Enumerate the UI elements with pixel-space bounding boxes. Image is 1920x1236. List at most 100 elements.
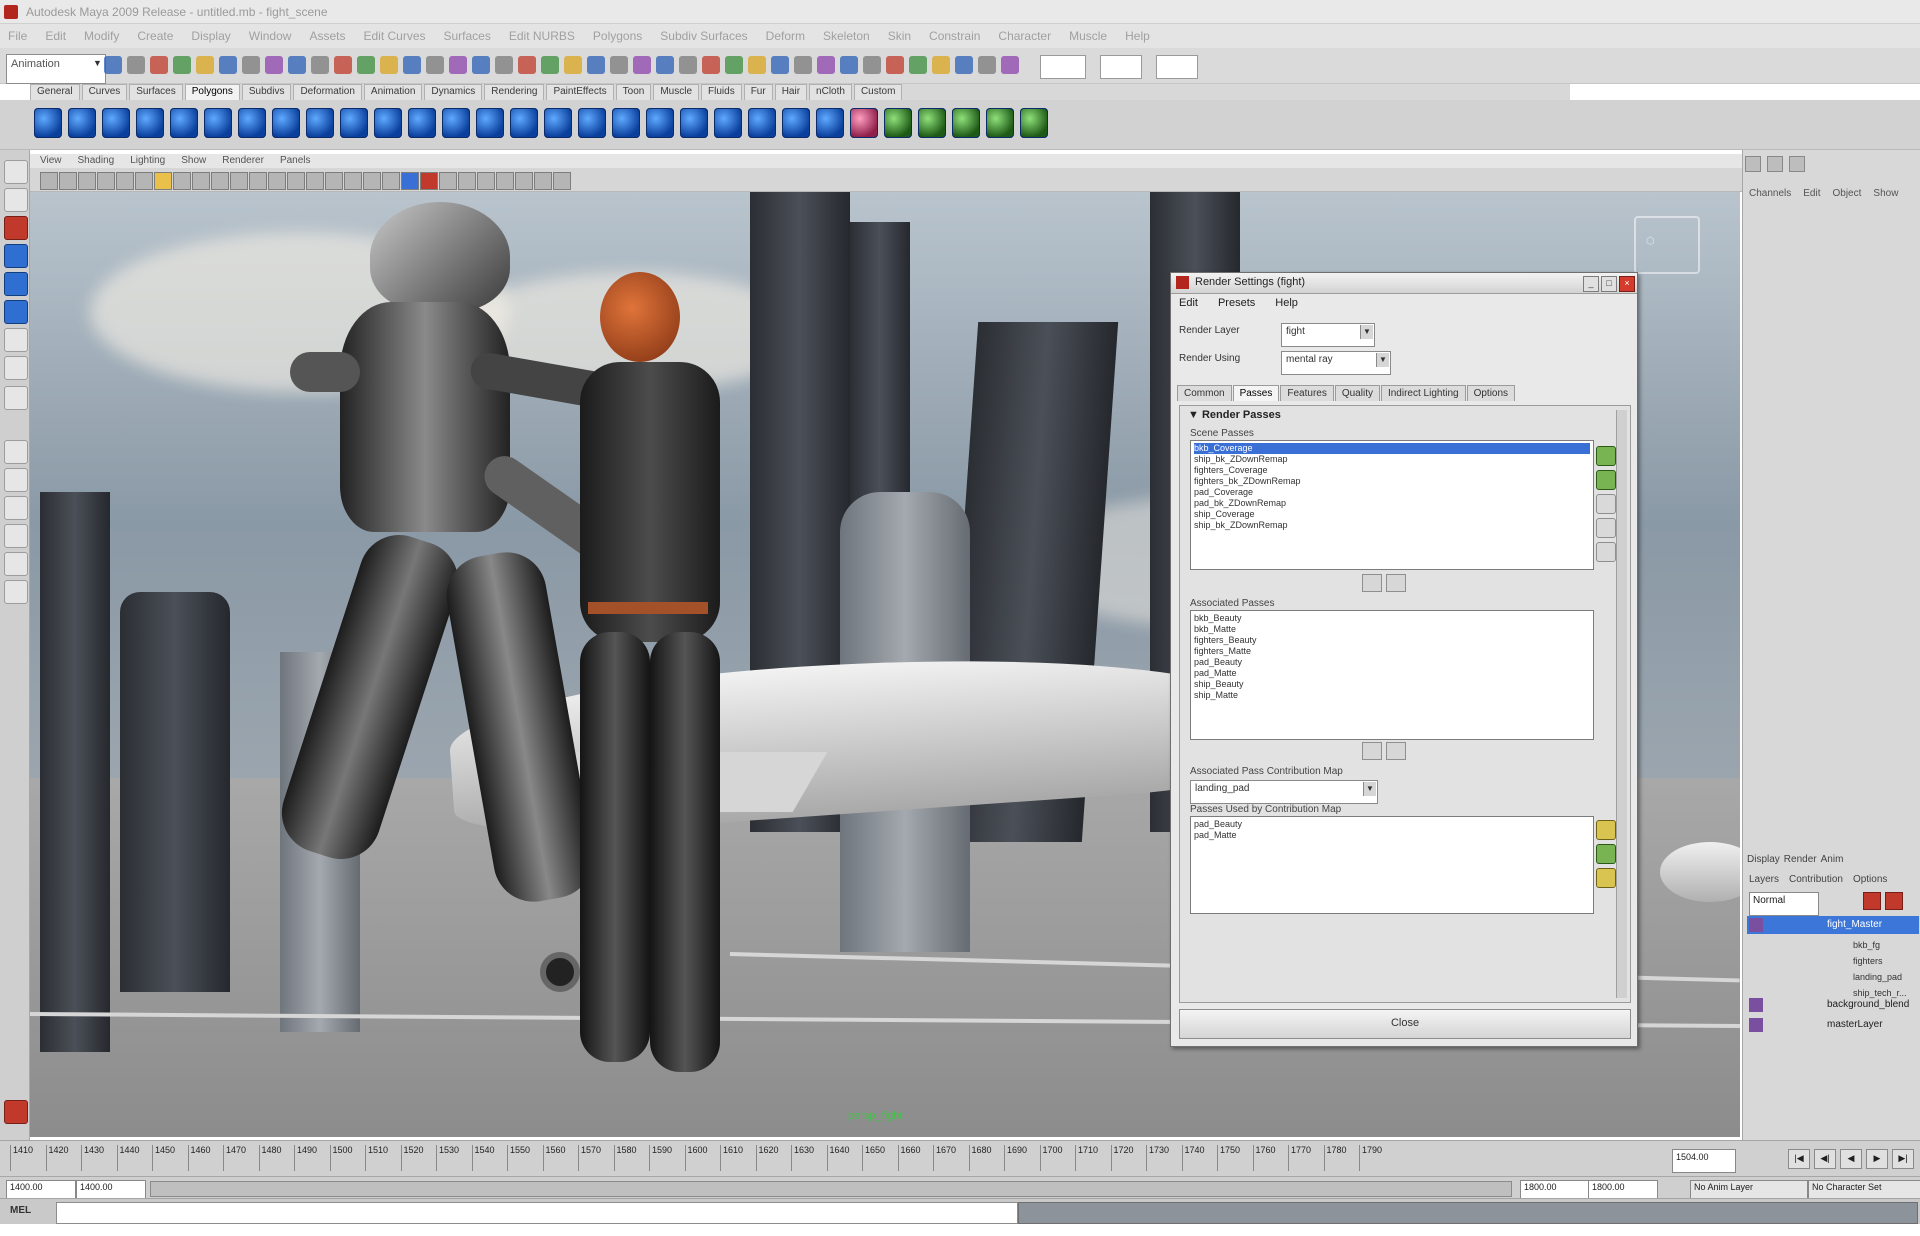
list-item[interactable]: ship_Beauty [1194, 679, 1590, 690]
contribution-map-option-icon[interactable] [1596, 868, 1616, 888]
shelf-tab-fur[interactable]: Fur [743, 84, 773, 100]
render-layer-dropdown[interactable]: fight ▼ [1281, 323, 1375, 347]
channel-box-menu-channels[interactable]: Channels [1749, 188, 1791, 199]
shelf-tool-icon[interactable] [612, 108, 640, 138]
list-item[interactable]: ship_bk_ZDownRemap [1194, 520, 1590, 531]
menu-item[interactable]: Assets [309, 29, 345, 43]
status-tool-icon[interactable] [955, 56, 973, 74]
channel-box-menu-object[interactable]: Object [1833, 188, 1862, 199]
pass-option-icon[interactable] [1596, 518, 1616, 538]
shelf-tab-muscle[interactable]: Muscle [653, 84, 700, 100]
panel-menu-renderer[interactable]: Renderer [222, 155, 264, 166]
status-tool-icon[interactable] [702, 56, 720, 74]
shelf-tool-icon[interactable] [68, 108, 96, 138]
status-tool-icon[interactable] [587, 56, 605, 74]
layer-row[interactable]: background_blend [1747, 996, 1919, 1014]
status-tool-icon[interactable] [311, 56, 329, 74]
layer-color-icon[interactable] [1749, 1018, 1763, 1032]
shelf-tab-general[interactable]: General [30, 84, 80, 100]
panel-tool-icon[interactable] [211, 172, 229, 190]
shelf-tab-rendering[interactable]: Rendering [484, 84, 545, 100]
soft-mod-icon[interactable] [4, 356, 28, 380]
panel-tool-icon[interactable] [496, 172, 514, 190]
new-layer-from-selection-icon[interactable] [1885, 892, 1903, 910]
shelf-tab-curves[interactable]: Curves [81, 84, 128, 100]
shelf-tool-icon[interactable] [918, 108, 946, 138]
add-pass-button[interactable] [1362, 742, 1382, 760]
status-tool-icon[interactable] [656, 56, 674, 74]
menu-item[interactable]: Skeleton [823, 29, 870, 43]
input-field-c[interactable] [1156, 55, 1198, 79]
status-tool-icon[interactable] [265, 56, 283, 74]
status-tool-icon[interactable] [748, 56, 766, 74]
status-tool-icon[interactable] [564, 56, 582, 74]
shelf-tool-icon[interactable] [204, 108, 232, 138]
maximize-button[interactable]: □ [1601, 276, 1617, 292]
menu-item[interactable]: Deform [766, 29, 805, 43]
shelf-tab-toon[interactable]: Toon [615, 84, 652, 100]
list-item[interactable]: pad_Coverage [1194, 487, 1590, 498]
shelf-tab-custom[interactable]: Custom [853, 84, 903, 100]
rs-menu-presets[interactable]: Presets [1218, 297, 1255, 309]
status-tool-icon[interactable] [219, 56, 237, 74]
status-tool-icon[interactable] [196, 56, 214, 74]
view-cube[interactable]: ⬡ [1634, 216, 1700, 274]
shelf-tool-icon[interactable] [680, 108, 708, 138]
close-button[interactable]: Close [1179, 1009, 1631, 1039]
shelf-tool-icon[interactable] [510, 108, 538, 138]
shelf-tool-icon[interactable] [714, 108, 742, 138]
shelf-tool-icon[interactable] [408, 108, 436, 138]
list-item[interactable]: bkb_Beauty [1194, 613, 1590, 624]
panel-menu-lighting[interactable]: Lighting [130, 155, 165, 166]
status-tool-icon[interactable] [1001, 56, 1019, 74]
current-frame-field[interactable]: 1504.00 [1672, 1149, 1736, 1173]
shelf-tool-icon[interactable] [476, 108, 504, 138]
select-tool-icon[interactable] [4, 160, 28, 184]
render-using-dropdown[interactable]: mental ray ▼ [1281, 351, 1391, 375]
shelf-tab-painteffects[interactable]: PaintEffects [546, 84, 614, 100]
panel-tool-icon[interactable] [401, 172, 419, 190]
shelf-tool-icon[interactable] [238, 108, 266, 138]
status-tool-icon[interactable] [817, 56, 835, 74]
panel-tool-icon[interactable] [534, 172, 552, 190]
shelf-tool-icon[interactable] [34, 108, 62, 138]
render-passes-header[interactable]: ▼ Render Passes [1188, 409, 1281, 421]
shelf-tab-polygons[interactable]: Polygons [184, 84, 240, 100]
vertical-scrollbar[interactable] [1616, 410, 1627, 998]
command-input[interactable] [56, 1202, 1018, 1224]
panel-menu-show[interactable]: Show [181, 155, 206, 166]
move-tool-icon[interactable] [4, 244, 28, 268]
create-contribution-map-icon[interactable] [1596, 844, 1616, 864]
menu-item[interactable]: File [8, 29, 27, 43]
panel-tool-icon[interactable] [363, 172, 381, 190]
status-tool-icon[interactable] [771, 56, 789, 74]
list-item[interactable]: pad_Beauty [1194, 657, 1590, 668]
manipulator-icon[interactable] [4, 328, 28, 352]
start-time-field[interactable]: 1400.00 [6, 1180, 76, 1200]
lasso-tool-icon[interactable] [4, 188, 28, 212]
shelf-tool-icon[interactable] [952, 108, 980, 138]
shelf-tool-icon[interactable] [986, 108, 1014, 138]
minimize-button[interactable]: _ [1583, 276, 1599, 292]
status-tool-icon[interactable] [863, 56, 881, 74]
new-layer-icon[interactable] [1863, 892, 1881, 910]
panel-tool-icon[interactable] [59, 172, 77, 190]
tab-indirect-lighting[interactable]: Indirect Lighting [1380, 385, 1466, 401]
status-tool-icon[interactable] [725, 56, 743, 74]
panel-tool-icon[interactable] [439, 172, 457, 190]
move-pass-down-button[interactable] [1362, 574, 1382, 592]
panel-tool-icon[interactable] [420, 172, 438, 190]
tab-quality[interactable]: Quality [1334, 385, 1380, 401]
menu-item[interactable]: Modify [84, 29, 119, 43]
list-item[interactable]: pad_Matte [1194, 830, 1590, 841]
status-tool-icon[interactable] [840, 56, 858, 74]
shelf-tool-icon[interactable] [544, 108, 572, 138]
status-tool-icon[interactable] [679, 56, 697, 74]
status-tool-icon[interactable] [357, 56, 375, 74]
character-set-dropdown[interactable]: No Character Set [1808, 1180, 1920, 1200]
panel-tool-icon[interactable] [135, 172, 153, 190]
remove-pass-button[interactable] [1386, 742, 1406, 760]
layer-mode-dropdown[interactable]: Normal [1749, 892, 1819, 916]
paint-select-icon[interactable] [4, 216, 28, 240]
panel-tool-icon[interactable] [230, 172, 248, 190]
